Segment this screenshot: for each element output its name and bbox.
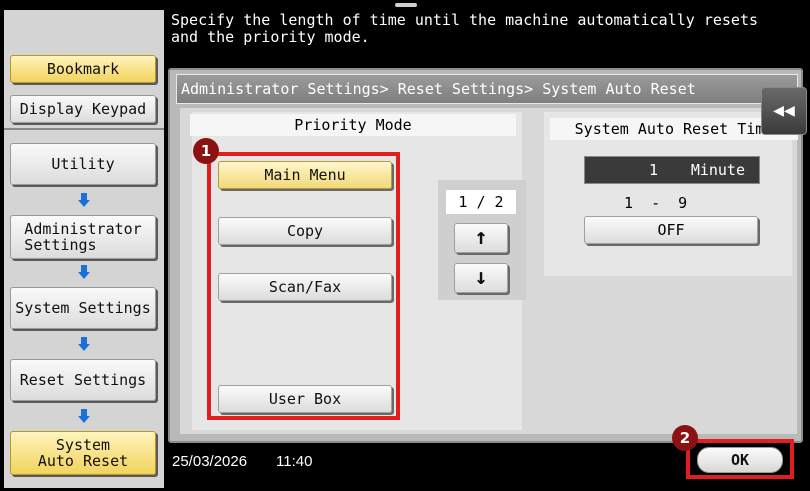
highlight-box-ok — [686, 439, 794, 479]
arrow-down-icon — [78, 409, 90, 423]
auto-reset-time-value: 1 — [649, 161, 659, 179]
top-handle — [395, 3, 417, 7]
nav-administrator-settings-line2: Settings — [24, 236, 97, 254]
page-down-button[interactable]: ↓ — [454, 263, 508, 293]
status-date: 25/03/2026 — [172, 453, 248, 470]
page-navigator: 1 / 2 ↑ ↓ — [438, 180, 526, 300]
nav-system-settings-button[interactable]: System Settings — [10, 287, 156, 329]
left-nav-divider — [4, 128, 164, 130]
arrow-down-icon — [78, 193, 90, 207]
annotation-badge-2: 2 — [672, 425, 698, 451]
arrow-down-icon — [78, 265, 90, 279]
collapse-panel-icon[interactable]: ◀◀ — [761, 87, 807, 135]
nav-reset-settings-button[interactable]: Reset Settings — [10, 359, 156, 401]
priority-mode-title: Priority Mode — [190, 114, 516, 136]
nav-administrator-settings-button[interactable]: Administrator Settings — [10, 215, 156, 259]
nav-system-auto-reset-line2: Auto Reset — [37, 452, 129, 470]
highlight-box-priority-mode — [207, 152, 400, 420]
auto-reset-off-button[interactable]: OFF — [584, 216, 758, 244]
auto-reset-time-section: System Auto Reset Time 1 Minute 1 - 9 OF… — [544, 112, 798, 276]
nav-utility-button[interactable]: Utility — [10, 143, 156, 185]
auto-reset-time-value-field[interactable]: 1 Minute — [584, 156, 760, 184]
status-time: 11:40 — [276, 453, 313, 470]
page-up-button[interactable]: ↑ — [454, 223, 508, 253]
bookmark-button[interactable]: Bookmark — [10, 55, 156, 83]
annotation-badge-1: 1 — [193, 138, 219, 164]
arrow-down-icon — [78, 337, 90, 351]
auto-reset-time-range: 1 - 9 — [624, 194, 688, 212]
breadcrumb: Administrator Settings> Reset Settings> … — [176, 74, 798, 104]
instruction-message: Specify the length of time until the mac… — [171, 11, 758, 46]
display-keypad-button[interactable]: Display Keypad — [10, 95, 156, 123]
nav-system-auto-reset-button[interactable]: System Auto Reset — [10, 431, 156, 475]
nav-system-auto-reset-line1: System — [55, 436, 111, 454]
page-indicator: 1 / 2 — [446, 190, 516, 214]
auto-reset-time-unit: Minute — [690, 161, 745, 179]
nav-administrator-settings-line1: Administrator — [24, 220, 142, 238]
